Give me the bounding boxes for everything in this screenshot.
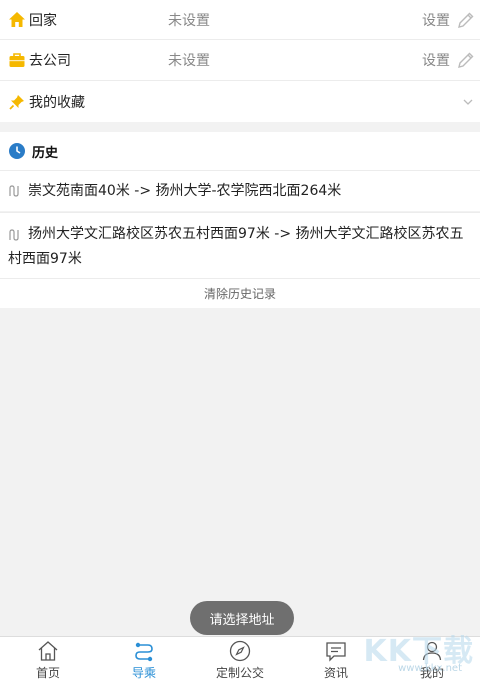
home-icon <box>38 640 58 661</box>
home-set-button[interactable]: 设置 <box>422 10 450 30</box>
home-status: 未设置 <box>168 12 210 29</box>
clock-icon <box>9 143 25 159</box>
favorites-row[interactable]: 我的收藏 <box>0 81 480 122</box>
message-icon <box>326 641 346 662</box>
chevron-down-icon[interactable] <box>462 96 474 108</box>
work-label: 去公司 <box>29 53 71 69</box>
tab-label: 资讯 <box>323 665 348 680</box>
tab-label: 导乘 <box>131 665 156 680</box>
pencil-icon[interactable] <box>456 10 476 30</box>
home-label: 回家 <box>29 12 57 29</box>
tab-home[interactable]: 首页 <box>0 637 96 682</box>
history-item-text: 崇文苑南面40米 -> 扬州大学-农学院西北面264米 <box>28 182 342 199</box>
history-item[interactable]: 崇文苑南面40米 -> 扬州大学-农学院西北面264米 <box>0 170 480 211</box>
tab-custom-bus[interactable]: 定制公交 <box>192 637 288 682</box>
tab-label: 定制公交 <box>215 665 264 680</box>
work-set-button[interactable]: 设置 <box>422 50 450 70</box>
pencil-icon[interactable] <box>456 50 476 70</box>
clear-history-button[interactable]: 清除历史记录 <box>0 278 480 308</box>
history-item[interactable]: 扬州大学文汇路校区苏农五村西面97米 -> 扬州大学文汇路校区苏农五村西面97米 <box>0 212 480 278</box>
favorites-label: 我的收藏 <box>29 94 85 111</box>
home-row[interactable]: 回家 未设置 设置 <box>0 0 480 40</box>
compass-icon <box>229 640 251 661</box>
route-guide-icon <box>135 642 153 661</box>
work-status: 未设置 <box>168 53 210 69</box>
history-header: 历史 <box>0 132 480 170</box>
work-row[interactable]: 去公司 未设置 设置 <box>0 40 480 81</box>
history-item-text: 扬州大学文汇路校区苏农五村西面97米 -> 扬州大学文汇路校区苏农五村西面97米 <box>8 226 464 267</box>
history-title: 历史 <box>32 145 59 161</box>
clear-history-label: 清除历史记录 <box>203 287 276 301</box>
home-icon <box>9 11 25 27</box>
tab-guide[interactable]: 导乘 <box>96 637 192 682</box>
route-icon <box>9 185 19 197</box>
briefcase-icon <box>9 53 25 67</box>
toast-message: 请选择地址 <box>190 601 294 635</box>
tab-label: 首页 <box>35 665 60 680</box>
pin-icon <box>9 94 24 110</box>
watermark-url: www.kkx.net <box>398 663 462 674</box>
